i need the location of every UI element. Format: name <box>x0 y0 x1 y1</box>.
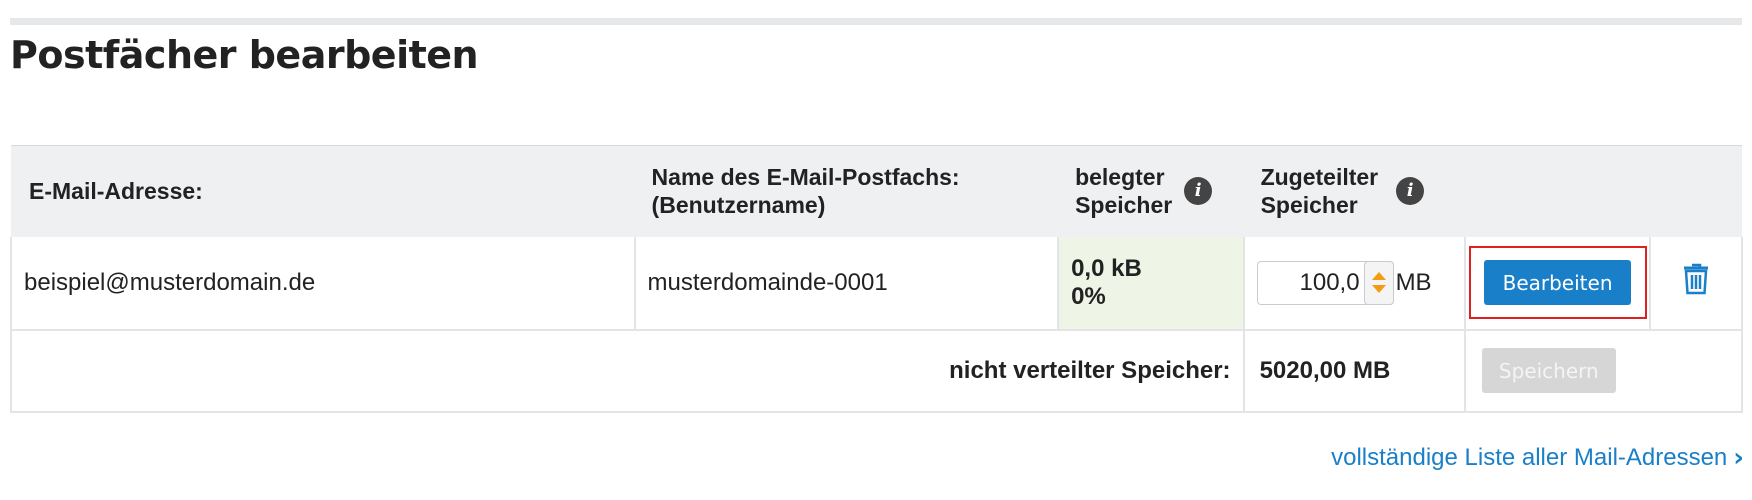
header-email: E-Mail-Adresse: <box>11 145 635 237</box>
stepper-arrows <box>1363 260 1394 305</box>
stepper-box <box>1256 260 1394 305</box>
header-used-line2: Speicher <box>1075 192 1173 219</box>
table-header-row: E-Mail-Adresse: Name des E-Mail-Postfach… <box>11 145 1742 237</box>
allocated-storage-cell: MB <box>1242 236 1466 331</box>
full-list-link[interactable]: vollständige Liste aller Mail-Adressen › <box>1331 443 1744 473</box>
email-cell: beispiel@musterdomain.de <box>10 236 636 331</box>
header-allocated-line1: Zugeteilter <box>1260 164 1379 191</box>
username-cell: musterdomainde-0001 <box>633 236 1060 331</box>
mailbox-username: musterdomainde-0001 <box>647 268 888 296</box>
info-icon[interactable]: i <box>1184 177 1213 206</box>
header-used-line1: belegter <box>1075 164 1165 191</box>
top-divider <box>10 18 1742 25</box>
summary-row: nicht verteilter Speicher: 5020,00 MB Sp… <box>10 328 1743 413</box>
email-address: beispiel@musterdomain.de <box>24 268 316 296</box>
mailbox-table: E-Mail-Adresse: Name des E-Mail-Postfach… <box>10 145 1743 413</box>
header-mailbox-name-line2: (Benutzername) <box>651 192 826 219</box>
edit-cell: Bearbeiten <box>1463 236 1652 331</box>
summary-empty-cell <box>1650 328 1743 413</box>
page-title: Postfächer bearbeiten <box>10 33 479 77</box>
header-mailbox-name-line1: Name des E-Mail-Postfachs: <box>651 164 960 191</box>
header-empty <box>1650 145 1742 237</box>
summary-label-cell: nicht verteilter Speicher: <box>10 328 1244 413</box>
allocated-storage-input[interactable] <box>1257 261 1366 304</box>
header-empty <box>1464 145 1651 237</box>
chevron-right-icon: › <box>1733 443 1744 473</box>
save-button[interactable]: Speichern <box>1481 348 1616 393</box>
stepper-up-icon[interactable] <box>1371 272 1386 280</box>
header-mailbox-name: Name des E-Mail-Postfachs: (Benutzername… <box>634 145 1059 237</box>
table-row: beispiel@musterdomain.de musterdomainde-… <box>10 236 1743 331</box>
header-used-storage: belegter Speicher i <box>1058 145 1244 237</box>
edit-highlight-box: Bearbeiten <box>1468 246 1647 319</box>
unallocated-storage-value: 5020,00 MB <box>1259 356 1391 384</box>
used-storage-percent: 0% <box>1071 282 1106 310</box>
allocated-storage-unit: MB <box>1395 268 1432 296</box>
header-email-label: E-Mail-Adresse: <box>29 178 203 205</box>
used-storage-size: 0,0 kB <box>1071 254 1142 282</box>
stepper-down-icon[interactable] <box>1371 285 1386 293</box>
header-allocated-line2: Speicher <box>1260 192 1358 219</box>
info-icon[interactable]: i <box>1396 177 1425 206</box>
trash-icon[interactable] <box>1683 263 1709 302</box>
summary-value-cell: 5020,00 MB <box>1242 328 1466 413</box>
allocated-storage-stepper: MB <box>1256 260 1464 305</box>
header-allocated-storage: Zugeteilter Speicher i <box>1243 145 1465 237</box>
edit-button[interactable]: Bearbeiten <box>1484 260 1632 305</box>
full-list-link-label: vollständige Liste aller Mail-Adressen <box>1331 444 1728 471</box>
used-storage-cell: 0,0 kB 0% <box>1057 236 1245 331</box>
unallocated-storage-label: nicht verteilter Speicher: <box>949 356 1231 384</box>
delete-cell <box>1649 236 1743 331</box>
save-cell: Speichern <box>1463 328 1651 413</box>
